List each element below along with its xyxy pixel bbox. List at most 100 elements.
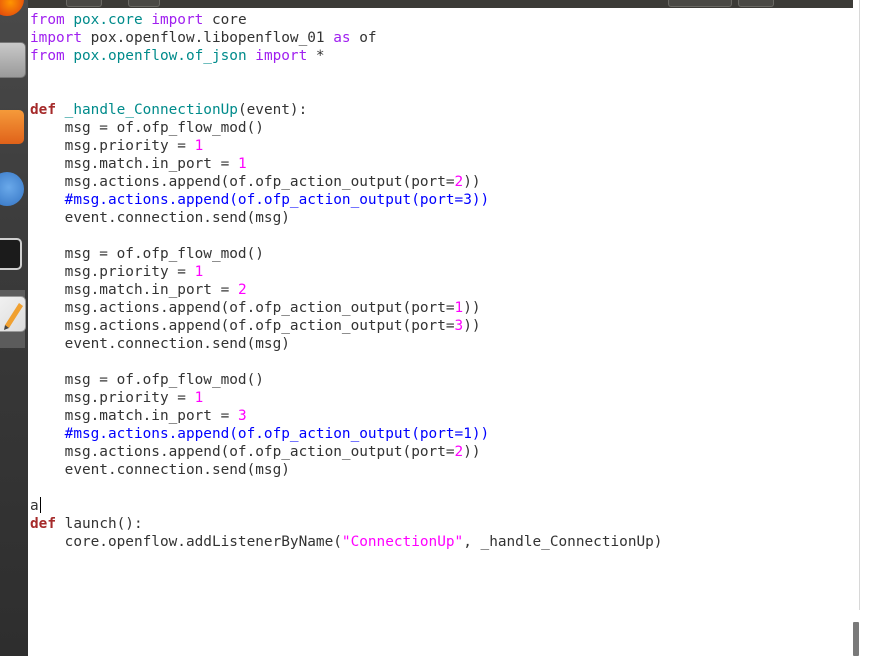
code-token: 2 <box>237 282 247 298</box>
code-line[interactable]: msg.priority = 1 <box>30 137 662 155</box>
code-line[interactable]: msg.match.in_port = 3 <box>30 407 662 425</box>
code-token: def <box>30 102 56 118</box>
launcher-sidebar <box>0 0 28 656</box>
software-center-icon[interactable] <box>0 110 24 144</box>
code-token: core.openflow.addListenerByName( <box>30 534 342 550</box>
code-token: msg = of.ofp_flow_mod() <box>30 372 264 388</box>
code-editor[interactable]: from pox.core import core import pox.open… <box>28 8 853 656</box>
code-line[interactable]: from pox.core import core <box>30 11 662 29</box>
code-line[interactable]: a <box>30 497 662 515</box>
help-icon[interactable] <box>0 172 24 206</box>
code-token: launch(): <box>56 516 143 532</box>
window-title-bar <box>28 0 853 8</box>
code-token: 3 <box>454 318 464 334</box>
code-line[interactable]: msg = of.ofp_flow_mod() <box>30 245 662 263</box>
code-token: msg.match.in_port = <box>30 408 238 424</box>
code-line[interactable]: msg = of.ofp_flow_mod() <box>30 371 662 389</box>
code-token: of <box>350 30 377 46</box>
code-token: 1 <box>237 156 247 172</box>
code-token: msg.priority = <box>30 264 195 280</box>
code-line[interactable]: event.connection.send(msg) <box>30 461 662 479</box>
titlebar-button[interactable] <box>738 0 774 7</box>
code-token: a <box>30 498 39 514</box>
code-line[interactable]: from pox.openflow.of_json import * <box>30 47 662 65</box>
titlebar-button[interactable] <box>66 0 102 7</box>
code-token: (event): <box>237 102 308 118</box>
code-token: msg = of.ofp_flow_mod() <box>30 120 264 136</box>
code-token: * <box>307 48 325 64</box>
code-line[interactable]: core.openflow.addListenerByName("Connect… <box>30 533 663 551</box>
code-token: pox.openflow.libopenflow_01 <box>81 30 334 46</box>
code-line[interactable]: event.connection.send(msg) <box>30 209 662 227</box>
text-editor-icon[interactable] <box>0 296 26 332</box>
titlebar-button[interactable] <box>668 0 732 7</box>
code-token: msg.actions.append(of.ofp_action_output(… <box>30 174 455 190</box>
code-token: )) <box>463 300 481 316</box>
code-token: msg.match.in_port = <box>30 282 238 298</box>
code-token: 2 <box>454 444 464 460</box>
code-token: def <box>30 516 56 532</box>
code-line[interactable]: ​ <box>30 65 662 83</box>
code-token: msg.priority = <box>30 138 195 154</box>
titlebar-button[interactable] <box>128 0 160 7</box>
code-line[interactable]: #msg.actions.append(of.ofp_action_output… <box>30 425 662 443</box>
code-token: )) <box>463 174 481 190</box>
code-line[interactable]: ​ <box>30 83 662 101</box>
code-token: pox.openflow.of_json <box>73 48 247 64</box>
code-token: 1 <box>194 138 204 154</box>
margin-line <box>859 0 860 610</box>
code-token: event.connection.send(msg) <box>30 462 290 478</box>
code-token: import <box>30 30 82 46</box>
code-token: from <box>30 48 65 64</box>
code-token: msg.match.in_port = <box>30 156 238 172</box>
code-token: import <box>151 12 204 28</box>
code-token: msg.actions.append(of.ofp_action_output(… <box>30 444 455 460</box>
code-token: from <box>30 12 65 28</box>
code-token: 1 <box>454 300 464 316</box>
code-line[interactable]: import pox.openflow.libopenflow_01 as of <box>30 29 662 47</box>
code-token: as <box>333 30 351 46</box>
code-line[interactable]: msg.priority = 1 <box>30 263 662 281</box>
code-line[interactable]: msg.match.in_port = 1 <box>30 155 662 173</box>
code-line[interactable]: msg.actions.append(of.ofp_action_output(… <box>30 299 662 317</box>
firefox-icon[interactable] <box>0 0 24 16</box>
code-line[interactable]: event.connection.send(msg) <box>30 335 662 353</box>
code-line[interactable]: msg = of.ofp_flow_mod() <box>30 119 662 137</box>
code-token: 3 <box>237 408 247 424</box>
code-token: msg.actions.append(of.ofp_action_output(… <box>30 300 455 316</box>
code-token: 1 <box>194 264 204 280</box>
code-line[interactable]: def launch(): <box>30 515 662 533</box>
code-token: 1 <box>194 390 204 406</box>
terminal-icon[interactable] <box>0 238 22 270</box>
code-line[interactable]: msg.match.in_port = 2 <box>30 281 662 299</box>
files-icon[interactable] <box>0 42 26 78</box>
code-token: import <box>255 48 308 64</box>
code-line[interactable]: ​ <box>30 353 662 371</box>
code-token: event.connection.send(msg) <box>30 210 290 226</box>
code-token: #msg.actions.append(of.ofp_action_output… <box>30 192 490 208</box>
code-line[interactable]: ​ <box>30 479 662 497</box>
code-token: core <box>203 12 247 28</box>
code-token: "ConnectionUp" <box>341 534 464 550</box>
code-token: , _handle_ConnectionUp) <box>463 534 663 550</box>
code-line[interactable]: def _handle_ConnectionUp(event): <box>30 101 662 119</box>
code-line[interactable]: msg.actions.append(of.ofp_action_output(… <box>30 443 662 461</box>
code-token: )) <box>463 444 481 460</box>
code-token: 2 <box>454 174 464 190</box>
code-line[interactable]: #msg.actions.append(of.ofp_action_output… <box>30 191 662 209</box>
code-line[interactable]: msg.actions.append(of.ofp_action_output(… <box>30 317 662 335</box>
pencil-icon <box>4 303 23 330</box>
code-token: )) <box>463 318 481 334</box>
code-line[interactable]: msg.actions.append(of.ofp_action_output(… <box>30 173 662 191</box>
code-text[interactable]: from pox.core import core import pox.open… <box>30 11 662 551</box>
code-token: _handle_ConnectionUp <box>64 102 238 118</box>
code-token: msg = of.ofp_flow_mod() <box>30 246 264 262</box>
editor-right-margin <box>853 0 871 656</box>
vertical-scrollbar-thumb[interactable] <box>853 622 859 656</box>
code-line[interactable]: msg.priority = 1 <box>30 389 662 407</box>
code-line[interactable]: ​ <box>30 227 662 245</box>
code-token: msg.priority = <box>30 390 195 406</box>
